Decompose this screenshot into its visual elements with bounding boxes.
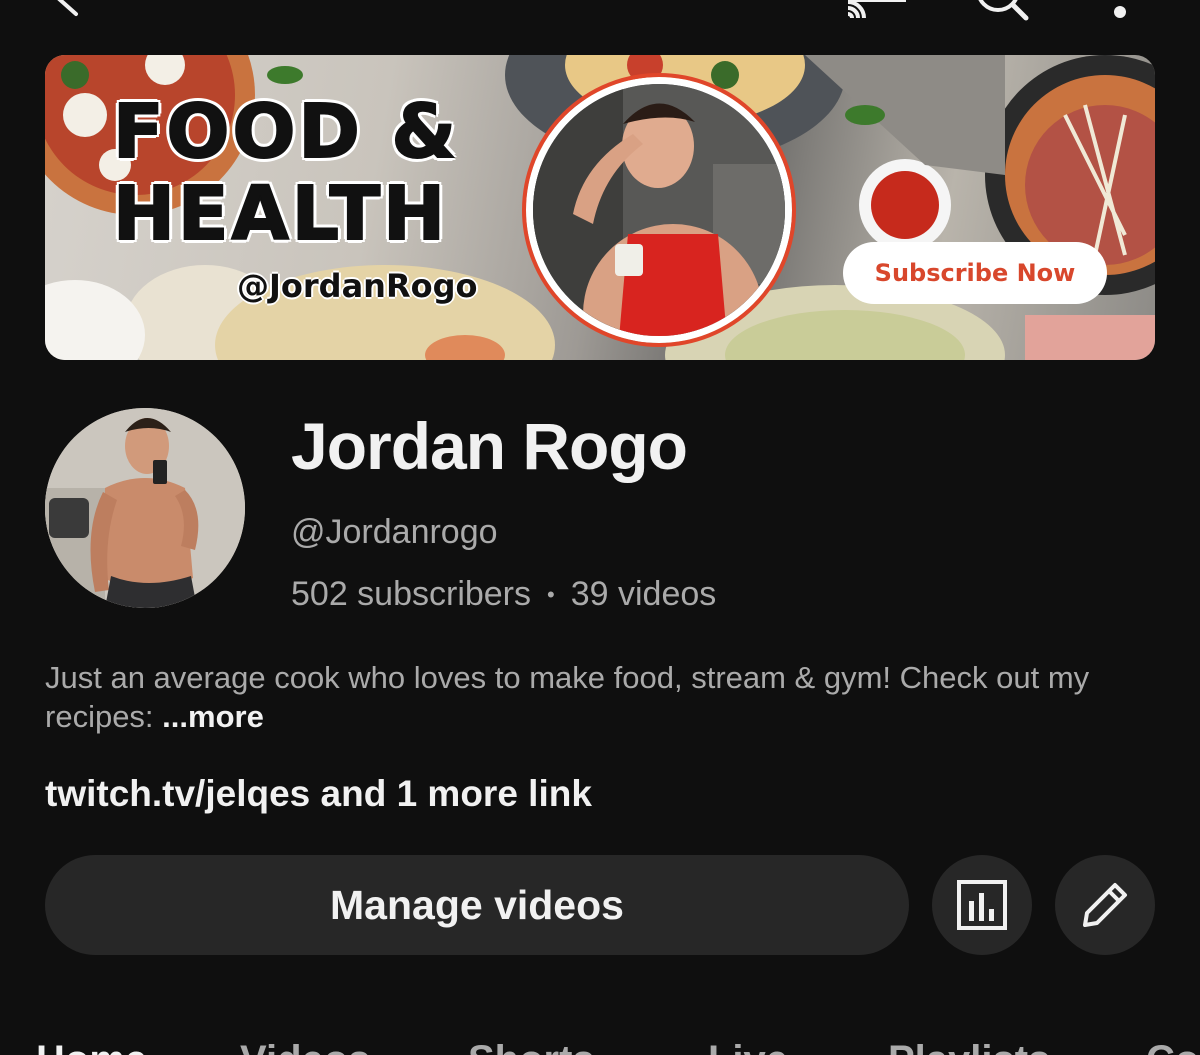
search-icon[interactable] [970, 0, 1032, 24]
subscriber-count: 502 subscribers [291, 575, 532, 613]
analytics-icon [957, 880, 1007, 930]
more-vertical-icon[interactable] [1105, 0, 1135, 22]
banner-chef-photo [522, 73, 796, 347]
banner-title-line2: HEALTH [112, 171, 449, 257]
tab-shorts[interactable]: Shorts [468, 1038, 595, 1055]
description-more-link[interactable]: ...more [162, 699, 264, 734]
pencil-icon [1083, 883, 1127, 927]
banner-title: FOOD & HEALTH [112, 89, 533, 257]
analytics-button[interactable] [932, 855, 1032, 955]
banner-title-line1: FOOD & [112, 89, 460, 175]
channel-avatar[interactable] [45, 408, 245, 608]
chevron-left-icon[interactable] [42, 0, 90, 28]
tab-videos[interactable]: Videos [240, 1038, 370, 1055]
stats-separator: • [547, 582, 555, 607]
edit-channel-button[interactable] [1055, 855, 1155, 955]
cast-icon[interactable] [844, 0, 908, 22]
channel-handle: @Jordanrogo [291, 513, 498, 551]
tab-playlists[interactable]: Playlists [888, 1038, 1050, 1055]
channel-banner: FOOD & HEALTH @JordanRogo Subscribe Now [45, 55, 1155, 360]
tab-community[interactable]: Community [1146, 1038, 1200, 1055]
channel-stats: 502 subscribers • 39 videos [291, 575, 716, 615]
banner-subscribe-badge: Subscribe Now [843, 242, 1107, 304]
channel-description[interactable]: Just an average cook who loves to make f… [45, 658, 1155, 736]
channel-tabs: Home Videos Shorts Live Playlists Commun… [0, 1038, 1200, 1055]
channel-links[interactable]: twitch.tv/jelqes and 1 more link [45, 773, 592, 815]
banner-handle: @JordanRogo [237, 267, 478, 305]
channel-name: Jordan Rogo [291, 409, 688, 483]
tab-home[interactable]: Home [36, 1038, 147, 1055]
tab-live[interactable]: Live [708, 1038, 788, 1055]
video-count: 39 videos [570, 575, 717, 613]
manage-videos-button[interactable]: Manage videos [45, 855, 909, 955]
top-bar [0, 0, 1200, 30]
